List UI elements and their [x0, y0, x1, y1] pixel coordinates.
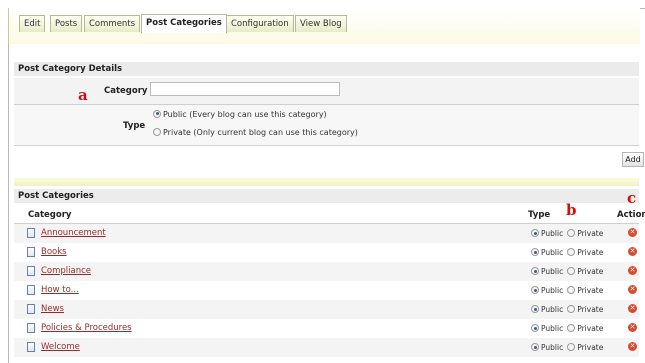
document-icon — [27, 247, 35, 257]
row-radio-public[interactable] — [531, 229, 539, 237]
row-type-options: Public Private — [531, 324, 603, 333]
row-public-label: Public — [541, 324, 564, 333]
delete-icon[interactable]: ✕ — [628, 323, 637, 332]
category-link[interactable]: Welcome — [41, 342, 80, 352]
private-option-label: Private (Only current blog can use this … — [163, 128, 358, 137]
table-row: Welcome Public Private ✕ — [14, 338, 639, 357]
divider — [14, 145, 639, 146]
category-input[interactable] — [150, 82, 340, 96]
add-button[interactable]: Add — [622, 152, 644, 167]
tab-view-blog[interactable]: View Blog — [295, 15, 347, 32]
row-private-label: Private — [577, 324, 604, 333]
row-radio-public[interactable] — [531, 343, 539, 351]
document-icon — [27, 304, 35, 314]
document-icon — [27, 285, 35, 295]
row-type-options: Public Private — [531, 305, 603, 314]
row-type-options: Public Private — [531, 229, 603, 238]
row-radio-public[interactable] — [531, 324, 539, 332]
category-link[interactable]: Books — [41, 247, 67, 257]
row-radio-private[interactable] — [567, 248, 576, 256]
table-row: How to... Public Private ✕ — [14, 281, 639, 300]
row-public-label: Public — [541, 343, 564, 352]
row-private-label: Private — [577, 267, 604, 276]
category-link[interactable]: News — [41, 304, 64, 314]
row-radio-private[interactable] — [567, 343, 576, 351]
document-icon — [27, 342, 35, 352]
row-public-label: Public — [541, 229, 564, 238]
radio-public[interactable] — [153, 109, 161, 118]
document-icon — [27, 228, 35, 238]
type-option-private[interactable]: Private (Only current blog can use this … — [153, 127, 358, 137]
row-public-label: Public — [541, 267, 564, 276]
document-icon — [27, 323, 35, 333]
row-radio-public[interactable] — [531, 267, 539, 275]
row-public-label: Public — [541, 305, 564, 314]
row-private-label: Private — [577, 343, 604, 352]
table-row: Compliance Public Private ✕ — [14, 262, 639, 281]
row-type-options: Public Private — [531, 286, 603, 295]
tab-edit[interactable]: Edit — [19, 15, 46, 32]
row-type-options: Public Private — [531, 343, 603, 352]
table-row: Books Public Private ✕ — [14, 243, 639, 262]
row-radio-private[interactable] — [567, 324, 576, 332]
delete-icon[interactable]: ✕ — [628, 228, 637, 237]
marker-a: a — [78, 86, 88, 104]
row-radio-private[interactable] — [567, 229, 576, 237]
category-link[interactable]: Compliance — [41, 266, 91, 276]
details-section-title: Post Category Details — [14, 62, 639, 76]
row-private-label: Private — [577, 229, 604, 238]
row-private-label: Private — [577, 248, 604, 257]
column-header-action: Action — [617, 210, 645, 220]
delete-icon[interactable]: ✕ — [628, 266, 637, 275]
delete-icon[interactable]: ✕ — [628, 285, 637, 294]
section-separator — [14, 178, 639, 186]
radio-private[interactable] — [153, 127, 161, 136]
tab-post-categories[interactable]: Post Categories — [141, 14, 227, 33]
row-private-label: Private — [577, 286, 604, 295]
type-option-public[interactable]: Public (Every blog can use this category… — [153, 109, 327, 119]
table-row: News Public Private ✕ — [14, 300, 639, 319]
row-type-options: Public Private — [531, 248, 603, 257]
type-label: Type — [123, 121, 146, 131]
row-radio-private[interactable] — [567, 286, 576, 294]
row-private-label: Private — [577, 305, 604, 314]
row-radio-public[interactable] — [531, 286, 539, 294]
public-option-label: Public (Every blog can use this category… — [163, 110, 327, 119]
table-row: Announcement Public Private ✕ — [14, 224, 639, 243]
row-radio-private[interactable] — [567, 267, 576, 275]
document-icon — [27, 266, 35, 276]
category-link[interactable]: Announcement — [41, 228, 106, 238]
category-link[interactable]: How to... — [41, 285, 79, 295]
list-section-title: Post Categories — [14, 189, 639, 203]
row-radio-public[interactable] — [531, 248, 539, 256]
column-header-type: Type — [528, 210, 551, 220]
row-public-label: Public — [541, 286, 564, 295]
column-header-category: Category — [28, 210, 72, 220]
row-type-options: Public Private — [531, 267, 603, 276]
category-label: Category — [104, 86, 148, 96]
tab-configuration[interactable]: Configuration — [226, 15, 294, 32]
marker-b: b — [566, 201, 577, 219]
tab-comments[interactable]: Comments — [84, 15, 141, 32]
delete-icon[interactable]: ✕ — [628, 342, 637, 351]
delete-icon[interactable]: ✕ — [628, 247, 637, 256]
delete-icon[interactable]: ✕ — [628, 304, 637, 313]
marker-c: c — [627, 189, 637, 207]
category-link[interactable]: Policies & Procedures — [41, 323, 132, 333]
row-public-label: Public — [541, 248, 564, 257]
row-radio-public[interactable] — [531, 305, 539, 313]
table-row: Policies & Procedures Public Private ✕ — [14, 319, 639, 338]
tab-posts[interactable]: Posts — [50, 15, 83, 32]
row-radio-private[interactable] — [567, 305, 576, 313]
